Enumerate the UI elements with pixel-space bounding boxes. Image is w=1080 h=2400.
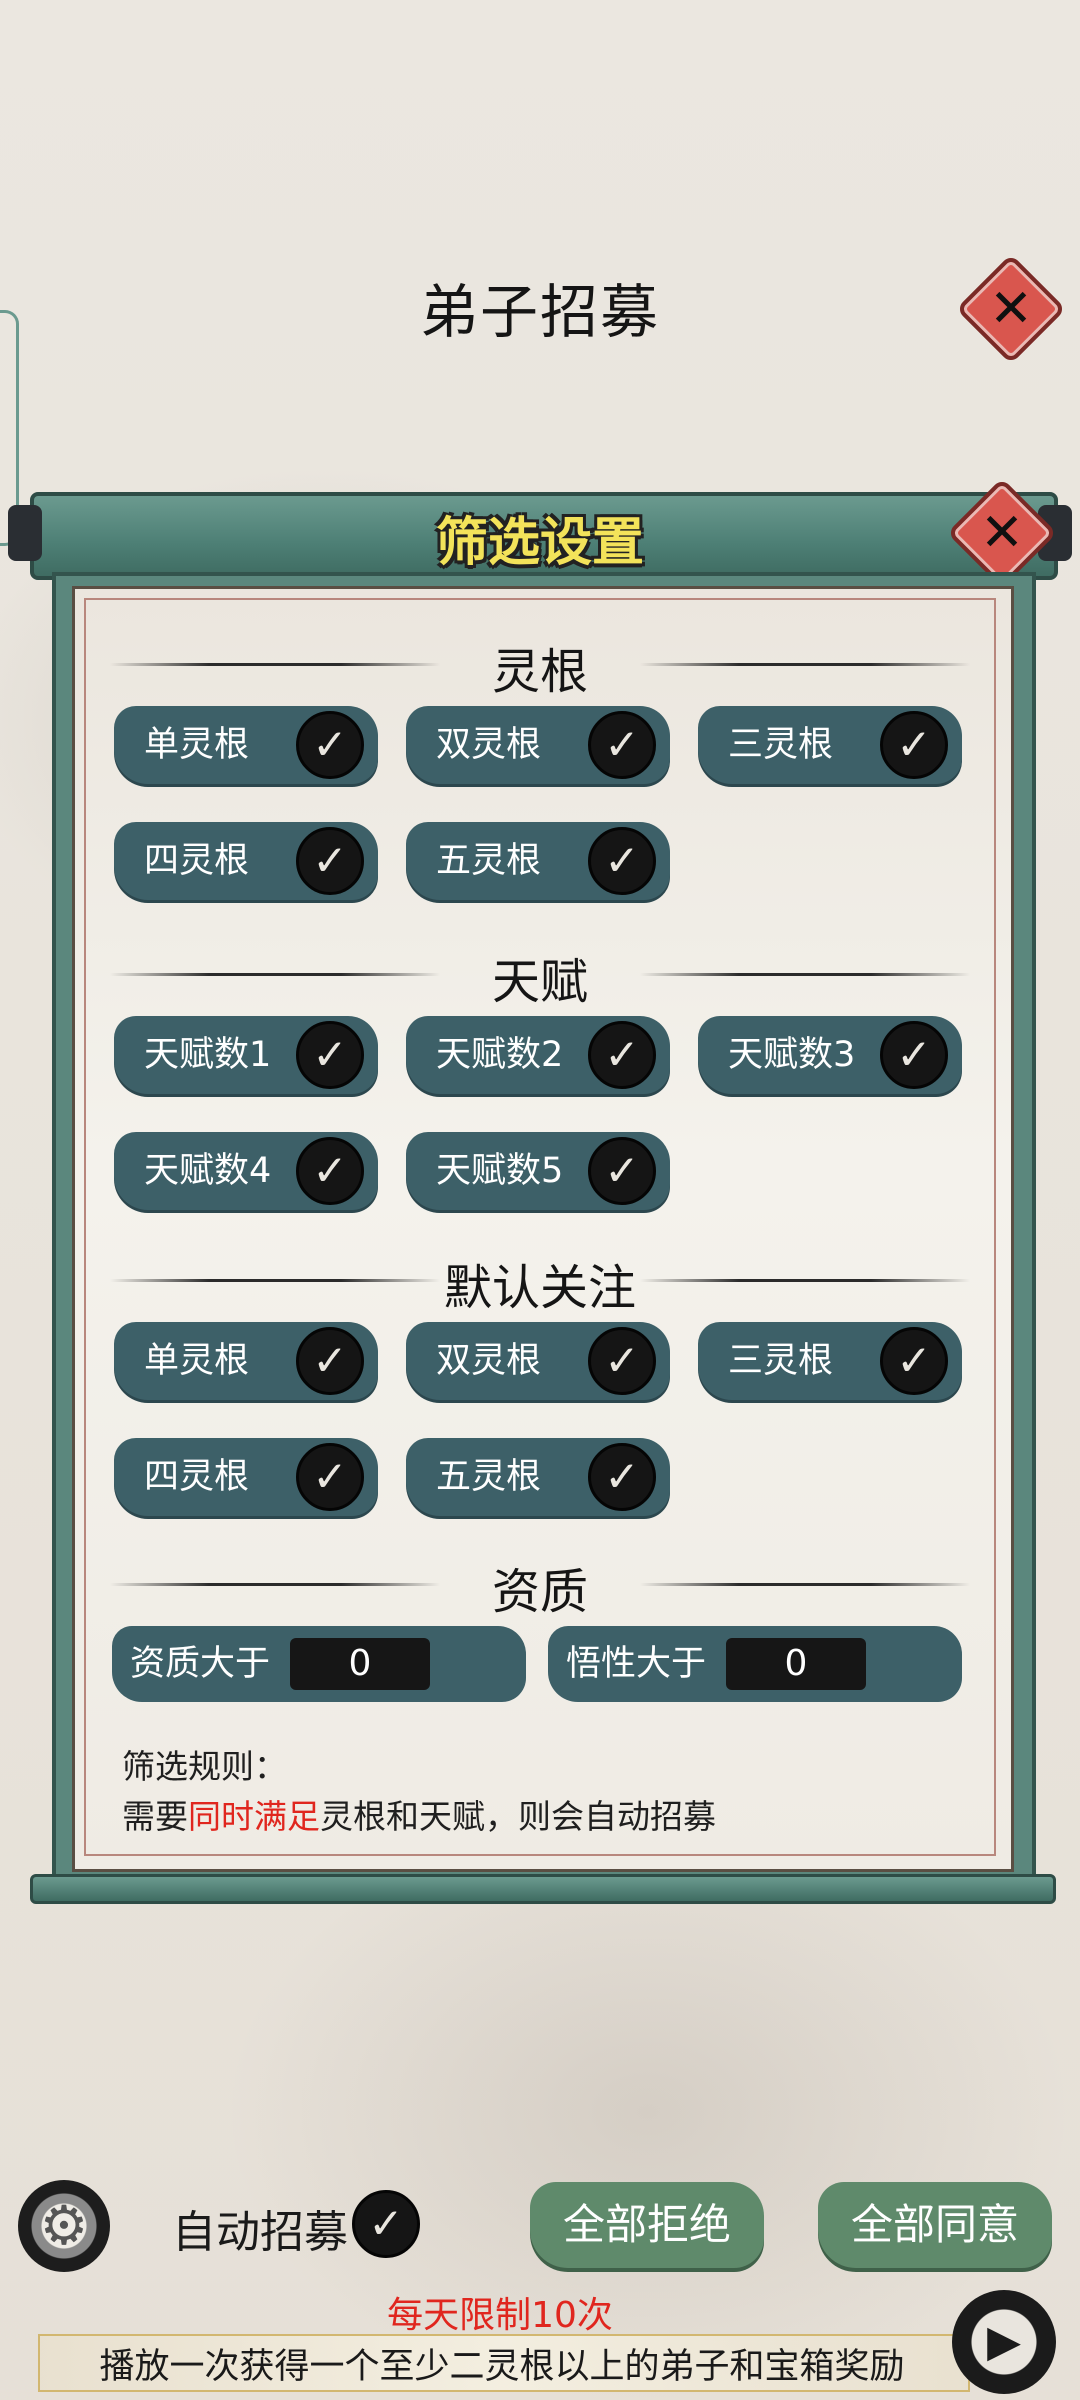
filter-linggen-quad[interactable]: 四灵根 ✓ xyxy=(114,822,378,900)
rules-title: 筛选规则： xyxy=(122,1747,287,1786)
check-icon: ✓ xyxy=(604,1336,640,1385)
comprehension-filter: 悟性大于 0 xyxy=(548,1626,962,1702)
auto-recruit-checkbox[interactable]: ✓ xyxy=(352,2190,420,2258)
follow-linggen-penta[interactable]: 五灵根 ✓ xyxy=(406,1438,670,1516)
gear-icon: ⚙ xyxy=(39,2194,89,2257)
checkbox-checked[interactable]: ✓ xyxy=(296,827,364,895)
check-icon: ✓ xyxy=(312,1146,348,1195)
section-title: 天赋 xyxy=(491,954,588,1010)
checkbox-checked[interactable]: ✓ xyxy=(880,711,948,779)
option-label: 五灵根 xyxy=(436,1457,542,1497)
daily-limit-text: 每天限制10次 xyxy=(387,2295,613,2336)
check-icon: ✓ xyxy=(896,720,932,769)
check-icon: ✓ xyxy=(312,1336,348,1385)
option-label: 天赋数2 xyxy=(436,1035,564,1075)
comprehension-input[interactable]: 0 xyxy=(726,1638,866,1690)
option-label: 三灵根 xyxy=(728,1341,834,1381)
filter-linggen-double[interactable]: 双灵根 ✓ xyxy=(406,706,670,784)
option-label: 五灵根 xyxy=(436,841,542,881)
option-label: 三灵根 xyxy=(728,725,834,765)
checkbox-checked[interactable]: ✓ xyxy=(296,1443,364,1511)
section-header-default-follow: 默认关注 xyxy=(110,1248,970,1316)
play-icon: ▶ xyxy=(987,2316,1021,2367)
filter-tianfu-2[interactable]: 天赋数2 ✓ xyxy=(406,1016,670,1094)
comprehension-label: 悟性大于 xyxy=(566,1644,707,1684)
filter-tianfu-1[interactable]: 天赋数1 ✓ xyxy=(114,1016,378,1094)
check-icon: ✓ xyxy=(312,836,348,885)
rules-prefix: 需要 xyxy=(122,1797,188,1836)
rules-highlight: 同时满足 xyxy=(188,1797,320,1836)
close-icon: ✕ xyxy=(980,503,1024,563)
section-header-linggen: 灵根 xyxy=(110,632,970,700)
checkbox-checked[interactable]: ✓ xyxy=(296,1327,364,1395)
filter-panel-bottom-roller xyxy=(30,1874,1056,1904)
follow-linggen-triple[interactable]: 三灵根 ✓ xyxy=(698,1322,962,1400)
option-label: 双灵根 xyxy=(436,725,542,765)
aptitude-input[interactable]: 0 xyxy=(290,1638,430,1690)
check-icon: ✓ xyxy=(312,1452,348,1501)
filter-tianfu-3[interactable]: 天赋数3 ✓ xyxy=(698,1016,962,1094)
follow-linggen-quad[interactable]: 四灵根 ✓ xyxy=(114,1438,378,1516)
check-icon: ✓ xyxy=(312,1030,348,1079)
option-label: 四灵根 xyxy=(144,841,250,881)
checkbox-checked[interactable]: ✓ xyxy=(588,1443,656,1511)
follow-linggen-double[interactable]: 双灵根 ✓ xyxy=(406,1322,670,1400)
close-icon: ✕ xyxy=(989,279,1033,339)
check-icon: ✓ xyxy=(604,836,640,885)
checkbox-checked[interactable]: ✓ xyxy=(880,1021,948,1089)
section-title: 默认关注 xyxy=(443,1260,636,1316)
option-label: 天赋数5 xyxy=(436,1151,564,1191)
check-icon: ✓ xyxy=(312,720,348,769)
aptitude-label: 资质大于 xyxy=(130,1644,271,1684)
check-icon: ✓ xyxy=(604,1146,640,1195)
check-icon: ✓ xyxy=(604,720,640,769)
divider-line xyxy=(640,1583,970,1586)
check-icon: ✓ xyxy=(368,2199,404,2248)
auto-recruit-label: 自动招募 xyxy=(172,2207,348,2258)
page-title: 弟子招募 xyxy=(419,278,660,346)
aptitude-filter: 资质大于 0 xyxy=(112,1626,526,1702)
filter-linggen-single[interactable]: 单灵根 ✓ xyxy=(114,706,378,784)
rules-text: 需要同时满足灵根和天赋，则会自动招募 xyxy=(122,1790,716,1838)
rules-suffix: 灵根和天赋，则会自动招募 xyxy=(320,1797,716,1836)
section-title: 资质 xyxy=(491,1564,588,1620)
check-icon: ✓ xyxy=(604,1030,640,1079)
checkbox-checked[interactable]: ✓ xyxy=(588,1137,656,1205)
checkbox-checked[interactable]: ✓ xyxy=(296,711,364,779)
checkbox-checked[interactable]: ✓ xyxy=(880,1327,948,1395)
divider-line xyxy=(640,973,970,976)
checkbox-checked[interactable]: ✓ xyxy=(296,1137,364,1205)
follow-linggen-single[interactable]: 单灵根 ✓ xyxy=(114,1322,378,1400)
option-label: 天赋数3 xyxy=(728,1035,856,1075)
filter-linggen-penta[interactable]: 五灵根 ✓ xyxy=(406,822,670,900)
checkbox-checked[interactable]: ✓ xyxy=(588,827,656,895)
option-label: 四灵根 xyxy=(144,1457,250,1497)
filter-panel-title: 筛选设置 xyxy=(435,513,644,573)
checkbox-checked[interactable]: ✓ xyxy=(296,1021,364,1089)
filter-tianfu-4[interactable]: 天赋数4 ✓ xyxy=(114,1132,378,1210)
ad-reward-text: 播放一次获得一个至少二灵根以上的弟子和宝箱奖励 xyxy=(99,2347,905,2387)
settings-button[interactable]: ⚙ xyxy=(18,2180,110,2272)
reject-all-button[interactable]: 全部拒绝 xyxy=(530,2182,764,2268)
section-title: 灵根 xyxy=(491,644,588,700)
section-header-tianfu: 天赋 xyxy=(110,942,970,1010)
option-label: 天赋数4 xyxy=(144,1151,272,1191)
checkbox-checked[interactable]: ✓ xyxy=(588,1021,656,1089)
option-label: 双灵根 xyxy=(436,1341,542,1381)
option-label: 单灵根 xyxy=(144,1341,250,1381)
option-label: 天赋数1 xyxy=(144,1035,272,1075)
section-header-aptitude: 资质 xyxy=(110,1552,970,1620)
divider-line xyxy=(640,1279,970,1282)
accept-all-button[interactable]: 全部同意 xyxy=(818,2182,1052,2268)
filter-tianfu-5[interactable]: 天赋数5 ✓ xyxy=(406,1132,670,1210)
checkbox-checked[interactable]: ✓ xyxy=(588,1327,656,1395)
check-icon: ✓ xyxy=(896,1336,932,1385)
option-label: 单灵根 xyxy=(144,725,250,765)
divider-line xyxy=(640,663,970,666)
filter-linggen-triple[interactable]: 三灵根 ✓ xyxy=(698,706,962,784)
checkbox-checked[interactable]: ✓ xyxy=(588,711,656,779)
play-ad-button[interactable]: ▶ xyxy=(952,2290,1056,2394)
check-icon: ✓ xyxy=(896,1030,932,1079)
check-icon: ✓ xyxy=(604,1452,640,1501)
